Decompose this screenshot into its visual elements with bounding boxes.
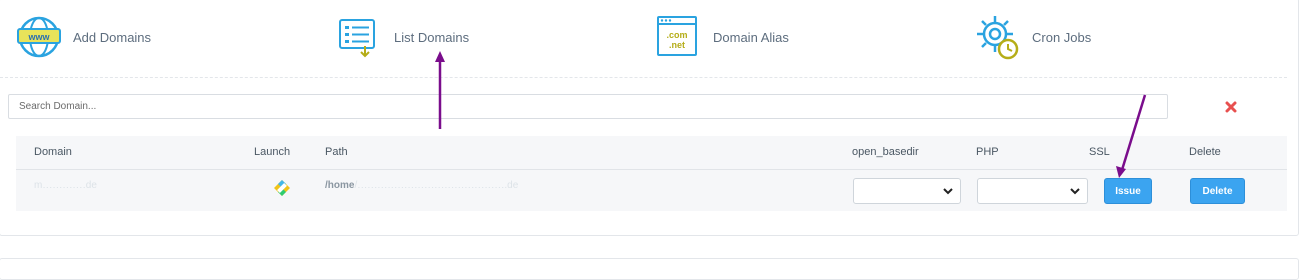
nav-cron-jobs[interactable]: Cron Jobs	[975, 14, 1091, 60]
cron-gear-clock-icon	[977, 16, 1019, 60]
www-globe-icon: www	[17, 16, 61, 58]
col-domain: Domain	[34, 146, 72, 158]
issue-ssl-button[interactable]: Issue	[1104, 178, 1152, 204]
domain-path: /home/․․․․․․․․․․․․․․․․․․․․․․․․․․․․․․․․․․…	[325, 180, 518, 191]
divider	[0, 77, 1287, 78]
col-php: PHP	[976, 146, 999, 158]
www-text: www	[27, 32, 50, 42]
domains-table: Domain Launch Path open_basedir PHP SSL …	[16, 136, 1287, 211]
chevron-down-icon	[943, 188, 953, 195]
clear-search-icon[interactable]	[1222, 98, 1240, 116]
top-navigation: www Add Domains List Domains .com .net D…	[0, 0, 1290, 77]
col-launch: Launch	[254, 146, 291, 158]
nav-add-domains[interactable]: www Add Domains	[16, 14, 151, 60]
net-text: .net	[669, 40, 685, 50]
delete-button[interactable]: Delete	[1190, 178, 1245, 204]
chevron-down-icon	[1070, 188, 1080, 195]
path-prefix: /home	[325, 180, 355, 191]
lower-panel	[0, 258, 1299, 280]
domain-name: m․․․․․․․․․․․․․de	[34, 180, 97, 191]
search-domain-input[interactable]	[8, 94, 1168, 119]
com-text: .com	[666, 30, 687, 40]
nav-list-domains[interactable]: List Domains	[337, 14, 469, 60]
col-delete: Delete	[1189, 146, 1221, 158]
php-select[interactable]	[977, 178, 1088, 204]
domain-alias-icon: .com .net	[657, 16, 697, 56]
path-rest: /․․․․․․․․․․․․․․․․․․․․․․․․․․․․․․․․․․․․․․․…	[354, 180, 519, 191]
col-ssl: SSL	[1089, 146, 1110, 158]
nav-label-domain-alias: Domain Alias	[713, 29, 789, 45]
nav-domain-alias[interactable]: .com .net Domain Alias	[656, 14, 789, 60]
table-header: Domain Launch Path open_basedir PHP SSL …	[16, 136, 1287, 170]
col-path: Path	[325, 146, 348, 158]
nav-label-list-domains: List Domains	[394, 29, 470, 45]
open-basedir-select[interactable]	[853, 178, 961, 204]
list-document-icon	[339, 19, 375, 58]
launch-icon[interactable]	[273, 179, 291, 197]
col-open-basedir: open_basedir	[852, 146, 919, 158]
nav-label-cron-jobs: Cron Jobs	[1032, 29, 1092, 45]
nav-label-add-domains: Add Domains	[73, 29, 152, 45]
table-row: m․․․․․․․․․․․․․de /home/․․․․․․․․․․․․․․․․․…	[16, 170, 1287, 211]
